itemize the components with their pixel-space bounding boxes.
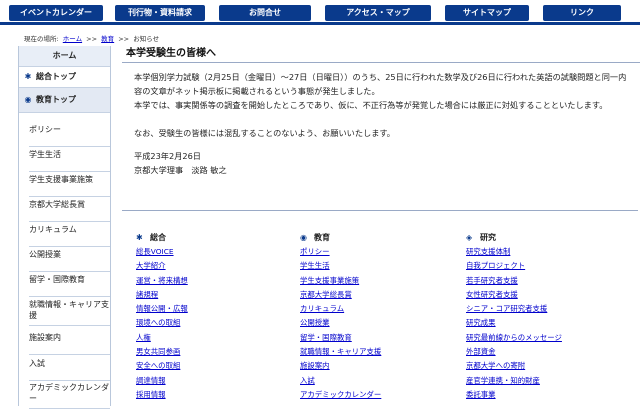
sitemap-link[interactable]: 研究最前線からのメッセージ <box>466 331 616 345</box>
sidebar-item-admissions[interactable]: 入試 <box>29 358 110 381</box>
sitemap-link[interactable]: 男女共同参画 <box>136 345 286 359</box>
sitemap-link[interactable]: カリキュラム <box>300 302 450 316</box>
sitemap-link[interactable]: 学生生活 <box>300 259 450 273</box>
sidebar-item-curriculum[interactable]: カリキュラム <box>29 224 110 247</box>
sitemap-link[interactable]: 外部資金 <box>466 345 616 359</box>
sitemap-link[interactable]: アカデミックカレンダー <box>300 388 450 402</box>
sitemap-link[interactable]: 安全への取組 <box>136 359 286 373</box>
breadcrumb: 現在の場所: ホーム >> 教育 >> お知らせ <box>24 33 161 43</box>
sitemap-heading-education: ◉ 教育 <box>300 231 450 245</box>
sitemap-link[interactable]: 採用情報 <box>136 388 286 402</box>
sitemap-column-education: ◉ 教育 ポリシー 学生生活 学生支援事業施策 京都大学総長賞 カリキュラム 公開… <box>300 231 450 402</box>
sidebar-education-top-label: 教育トップ <box>36 95 76 104</box>
sitemap-link[interactable]: 留学・国際教育 <box>300 331 450 345</box>
sidebar-item-career[interactable]: 就職情報・キャリア支援 <box>29 299 110 326</box>
sitemap-link[interactable]: 施設案内 <box>300 359 450 373</box>
sitemap-link[interactable]: 就職情報・キャリア支援 <box>300 345 450 359</box>
article-date: 平成23年2月26日 <box>134 151 201 161</box>
sidebar-education-top[interactable]: ◉ 教育トップ <box>19 88 110 113</box>
sidebar-home-link[interactable]: ホーム <box>19 46 110 67</box>
sitemap-link[interactable]: 調達情報 <box>136 374 286 388</box>
sitemap-link[interactable]: ポリシー <box>300 245 450 259</box>
sitemap-link[interactable]: 入試 <box>300 374 450 388</box>
article-paragraph-1: 本学個別学力試験（2月25日（金曜日）～27日（日曜日））のうち、25日に行われ… <box>134 72 627 97</box>
sitemap-link[interactable]: 運営・将来構想 <box>136 274 286 288</box>
sitemap-link[interactable]: 委託事業 <box>466 388 616 402</box>
nav-tab-contact[interactable]: お問合せ <box>219 5 311 21</box>
asterisk-icon: ✱ <box>136 233 143 242</box>
sitemap-link[interactable]: 産官学連携・知的財産 <box>466 374 616 388</box>
sidebar-item-policy[interactable]: ポリシー <box>29 124 110 147</box>
circle-icon: ◉ <box>24 95 32 104</box>
sidebar-item-facilities[interactable]: 施設案内 <box>29 332 110 355</box>
breadcrumb-home[interactable]: ホーム <box>63 35 82 43</box>
sidebar-item-presidents-award[interactable]: 京都大学総長賞 <box>29 199 110 222</box>
sitemap-heading-research-label: 研究 <box>480 233 496 242</box>
sitemap-link[interactable]: 京都大学総長賞 <box>300 288 450 302</box>
sitemap-link[interactable]: 大学紹介 <box>136 259 286 273</box>
breadcrumb-separator: >> <box>86 35 98 43</box>
breadcrumb-education[interactable]: 教育 <box>101 35 114 43</box>
diamond-icon: ◈ <box>466 233 473 242</box>
sitemap-link[interactable]: 京都大学への寄附 <box>466 359 616 373</box>
nav-tab-event-calendar[interactable]: イベントカレンダー <box>9 5 103 21</box>
sitemap-link[interactable]: 女性研究者支援 <box>466 288 616 302</box>
sidebar-item-student-life[interactable]: 学生生活 <box>29 149 110 172</box>
article-paragraph-2: 本学では、事実関係等の調査を開始したところであり、仮に、不正行為等が発覚した場合… <box>134 100 608 110</box>
top-navigation: イベントカレンダー 刊行物・資料請求 お問合せ アクセス・マップ サイトマップ … <box>0 0 640 26</box>
bottom-sitemap: ✱ 総合 総長VOICE 大学紹介 運営・将来構想 諸規程 情報公開・広報 環境へ… <box>122 210 638 401</box>
sitemap-link[interactable]: 環境への取組 <box>136 316 286 330</box>
sitemap-heading-general: ✱ 総合 <box>136 231 286 245</box>
sitemap-link[interactable]: 学生支援事業施策 <box>300 274 450 288</box>
sitemap-link[interactable]: 研究支援体制 <box>466 245 616 259</box>
sitemap-heading-research: ◈ 研究 <box>466 231 616 245</box>
sidebar-general-top[interactable]: ✱ 総合トップ <box>19 67 110 88</box>
breadcrumb-current: お知らせ <box>133 35 160 43</box>
sidebar-general-top-label: 総合トップ <box>36 72 76 81</box>
sitemap-link[interactable]: 若手研究者支援 <box>466 274 616 288</box>
sitemap-link[interactable]: 研究成果 <box>466 316 616 330</box>
sitemap-link[interactable]: シニア・コア研究者支援 <box>466 302 616 316</box>
sidebar-item-student-support[interactable]: 学生支援事業施策 <box>29 174 110 197</box>
article-signature: 京都大学理事 淡路 敏之 <box>134 165 227 175</box>
sitemap-link[interactable]: 諸規程 <box>136 288 286 302</box>
nav-tab-sitemap[interactable]: サイトマップ <box>445 5 529 21</box>
sitemap-link[interactable]: 人権 <box>136 331 286 345</box>
nav-underbar <box>0 22 640 25</box>
sidebar-item-study-abroad[interactable]: 留学・国際教育 <box>29 274 110 297</box>
page-title: 本学受験生の皆様へ <box>122 46 640 63</box>
sitemap-column-general: ✱ 総合 総長VOICE 大学紹介 運営・将来構想 諸規程 情報公開・広報 環境へ… <box>136 231 286 402</box>
sitemap-link[interactable]: 情報公開・広報 <box>136 302 286 316</box>
nav-tab-access-map[interactable]: アクセス・マップ <box>325 5 431 21</box>
sitemap-heading-general-label: 総合 <box>150 233 166 242</box>
breadcrumb-prefix: 現在の場所: <box>24 35 59 43</box>
nav-tab-publications[interactable]: 刊行物・資料請求 <box>115 5 205 21</box>
sitemap-heading-education-label: 教育 <box>314 233 330 242</box>
sidebar-item-academic-calendar[interactable]: アカデミックカレンダー <box>29 382 110 409</box>
sitemap-link[interactable]: 総長VOICE <box>136 245 286 259</box>
sidebar-item-open-classes[interactable]: 公開授業 <box>29 249 110 272</box>
sitemap-link[interactable]: 公開授業 <box>300 316 450 330</box>
circle-icon: ◉ <box>300 233 307 242</box>
nav-tab-links[interactable]: リンク <box>543 5 621 21</box>
article-paragraph-3: なお、受験生の皆様には混乱することのないよう、お願いいたします。 <box>134 128 395 138</box>
asterisk-icon: ✱ <box>24 72 32 81</box>
sitemap-link[interactable]: 自我プロジェクト <box>466 259 616 273</box>
sitemap-column-research: ◈ 研究 研究支援体制 自我プロジェクト 若手研究者支援 女性研究者支援 シニア・… <box>466 231 616 402</box>
breadcrumb-separator: >> <box>118 35 130 43</box>
sidebar: ホーム ✱ 総合トップ ◉ 教育トップ ポリシー 学生生活 学生支援事業施策 京都大… <box>18 46 111 409</box>
